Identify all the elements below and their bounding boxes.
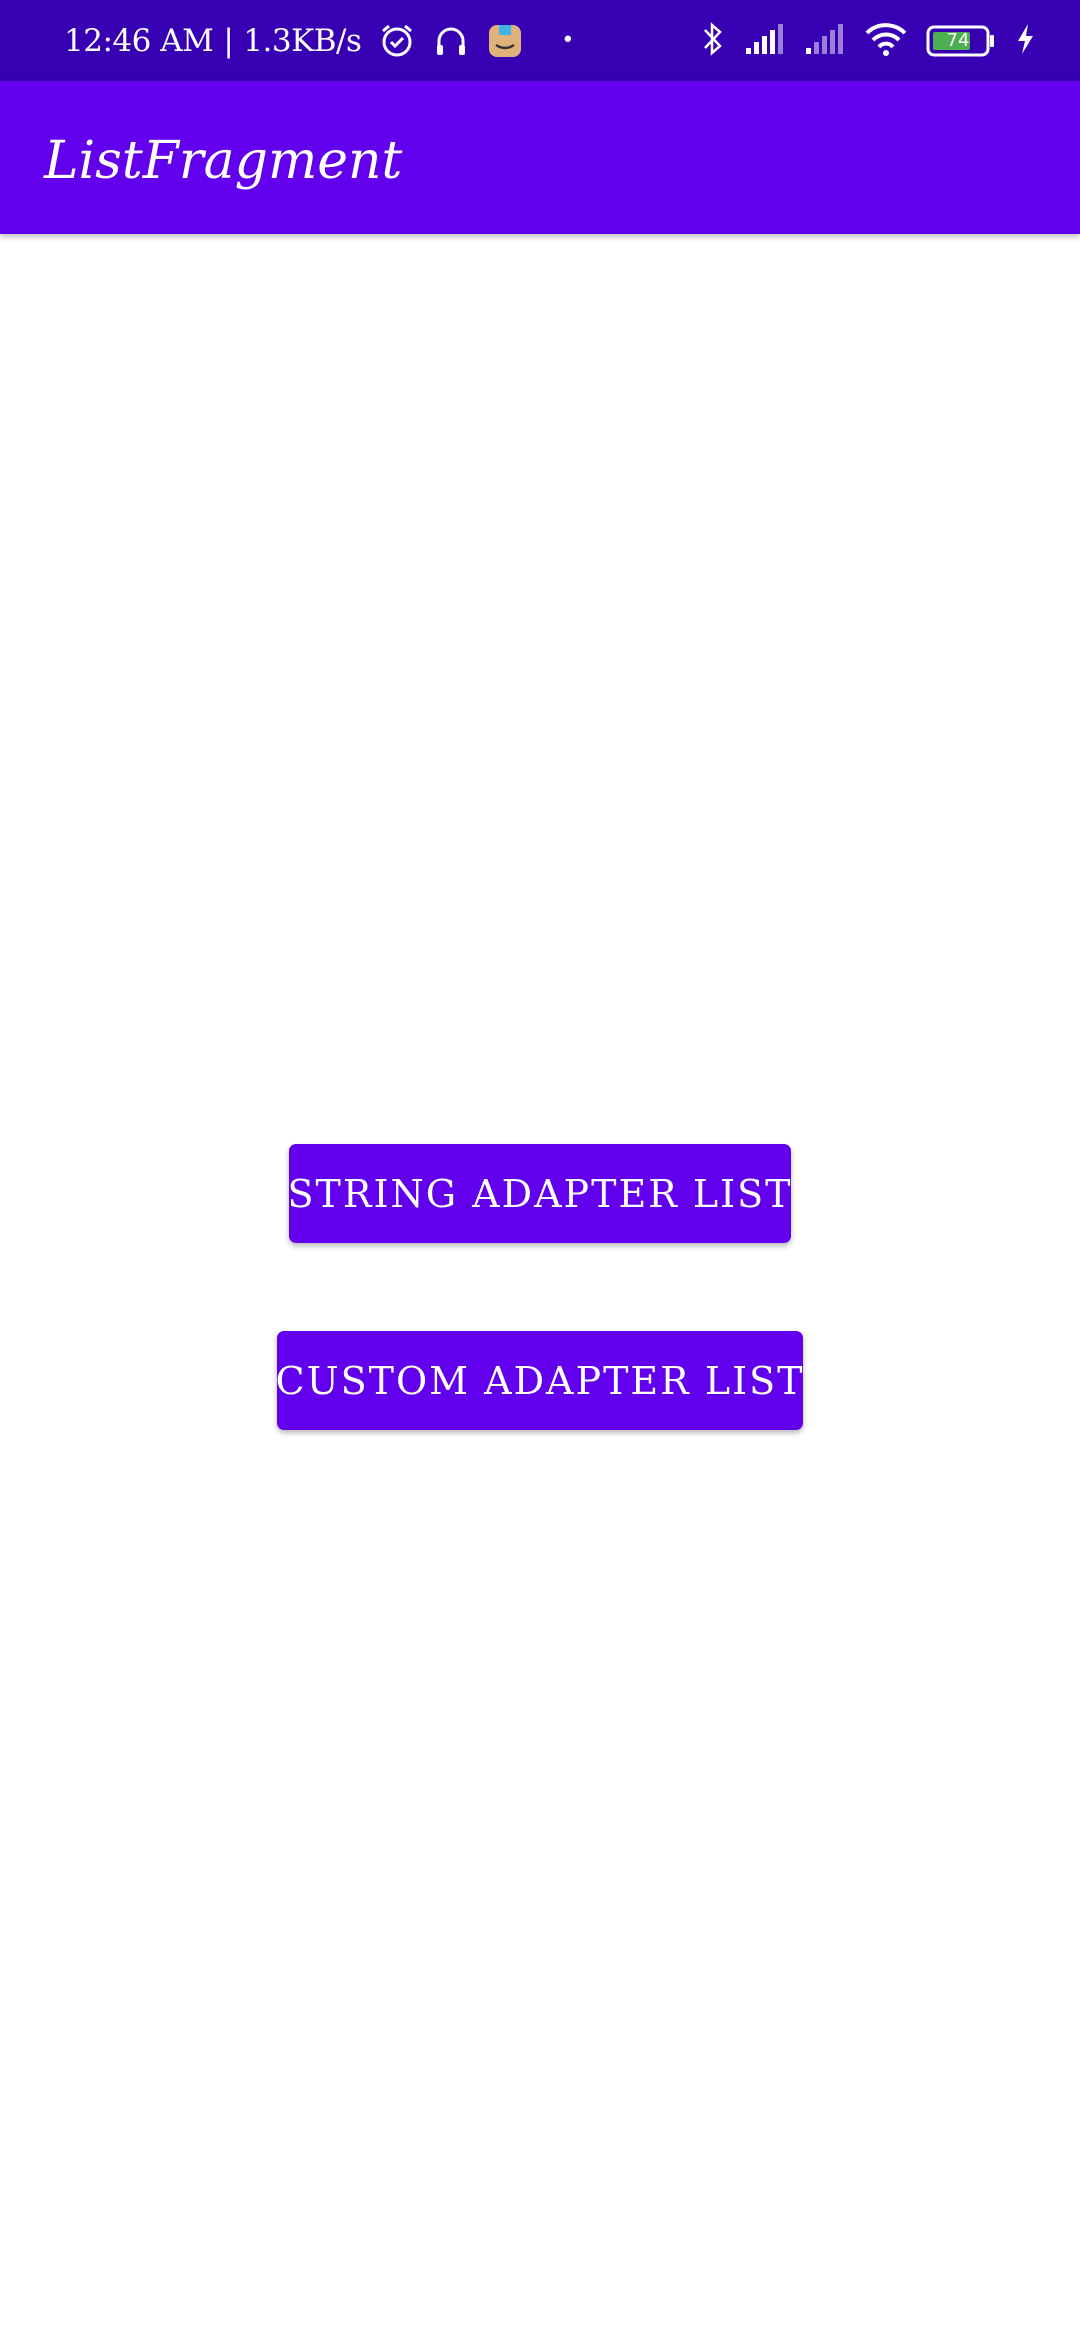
string-adapter-list-button[interactable]: STRING ADAPTER LIST [288,1144,791,1243]
page-title: ListFragment [44,131,403,191]
status-separator: | [223,22,234,59]
charging-icon [1014,22,1036,60]
headset-icon [433,23,469,59]
clock: 12:46 AM [64,22,214,59]
bluetooth-icon [700,20,726,62]
battery-icon: 74 [926,24,996,58]
status-left: 12:46 AM | 1.3KB/s • [64,0,574,81]
notification-dot: • [561,28,574,53]
wifi-icon [864,21,908,61]
status-bar: 12:46 AM | 1.3KB/s • 74 [0,0,1080,81]
app-bar: ListFragment [0,81,1080,234]
signal-weak-icon [804,22,846,60]
network-speed: 1.3KB/s [243,22,362,59]
custom-adapter-list-button[interactable]: CUSTOM ADAPTER LIST [276,1331,803,1430]
signal-icon [744,22,786,60]
amazon-app-icon [487,23,523,59]
alarm-icon [379,23,415,59]
status-right: 74 [700,0,1036,81]
battery-level: 74 [946,29,970,51]
